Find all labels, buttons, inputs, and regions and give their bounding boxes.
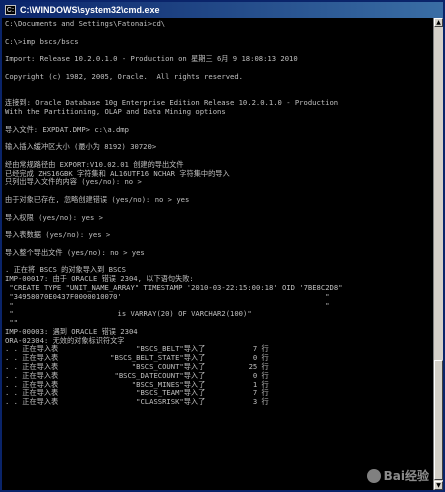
console-line: . . 正在导入表 "CLASSRISK"导入了 3 行 [5, 397, 269, 407]
baidu-paw-icon [366, 468, 381, 483]
window-title: C:\WINDOWS\system32\cmd.exe [20, 5, 160, 15]
scroll-up-arrow-icon[interactable]: ▲ [434, 18, 443, 27]
console-line: 由于对象已存在, 忽略创建错误 (yes/no): no > yes [5, 194, 190, 204]
console-line: Import: Release 10.2.0.1.0 - Production … [5, 54, 298, 64]
console-line: 导入文件: EXPDAT.DMP> c:\a.dmp [5, 124, 129, 134]
console-line: With the Partitioning, OLAP and Data Min… [5, 106, 226, 116]
console-line: Copyright (c) 1982, 2005, Oracle. All ri… [5, 71, 243, 81]
console-line: 导入整个导出文件 (yes/no): no > yes [5, 247, 145, 257]
cmd-window: C: C:\WINDOWS\system32\cmd.exe C:\Docume… [0, 0, 445, 492]
console-line: C:\Documents and Settings\Fatonai>cd\ [5, 19, 166, 28]
title-bar[interactable]: C: C:\WINDOWS\system32\cmd.exe [2, 2, 443, 18]
console-line: 导入表数据 (yes/no): yes > [5, 230, 111, 240]
console-line: 输入插入缓冲区大小 (最小为 8192) 30720> [5, 142, 157, 152]
console-line: 导入权限 (yes/no): yes > [5, 212, 103, 222]
console-output[interactable]: C:\Documents and Settings\Fatonai>cd\ C:\… [2, 18, 433, 490]
scroll-down-arrow-icon[interactable]: ▼ [434, 481, 443, 490]
scrollbar-thumb[interactable] [434, 360, 443, 480]
console-icon: C: [5, 5, 16, 15]
console-line: 只列出导入文件的内容 (yes/no): no > [5, 177, 142, 187]
watermark-text: Bai经验 [383, 469, 429, 483]
watermark: Bai经验 [366, 467, 429, 484]
console-line: C:\>imp bscs/bscs [5, 36, 79, 46]
console-line: " is VARRAY(20) OF VARCHAR2(100)" [5, 309, 252, 319]
vertical-scrollbar[interactable]: ▲ ▼ [433, 18, 443, 490]
